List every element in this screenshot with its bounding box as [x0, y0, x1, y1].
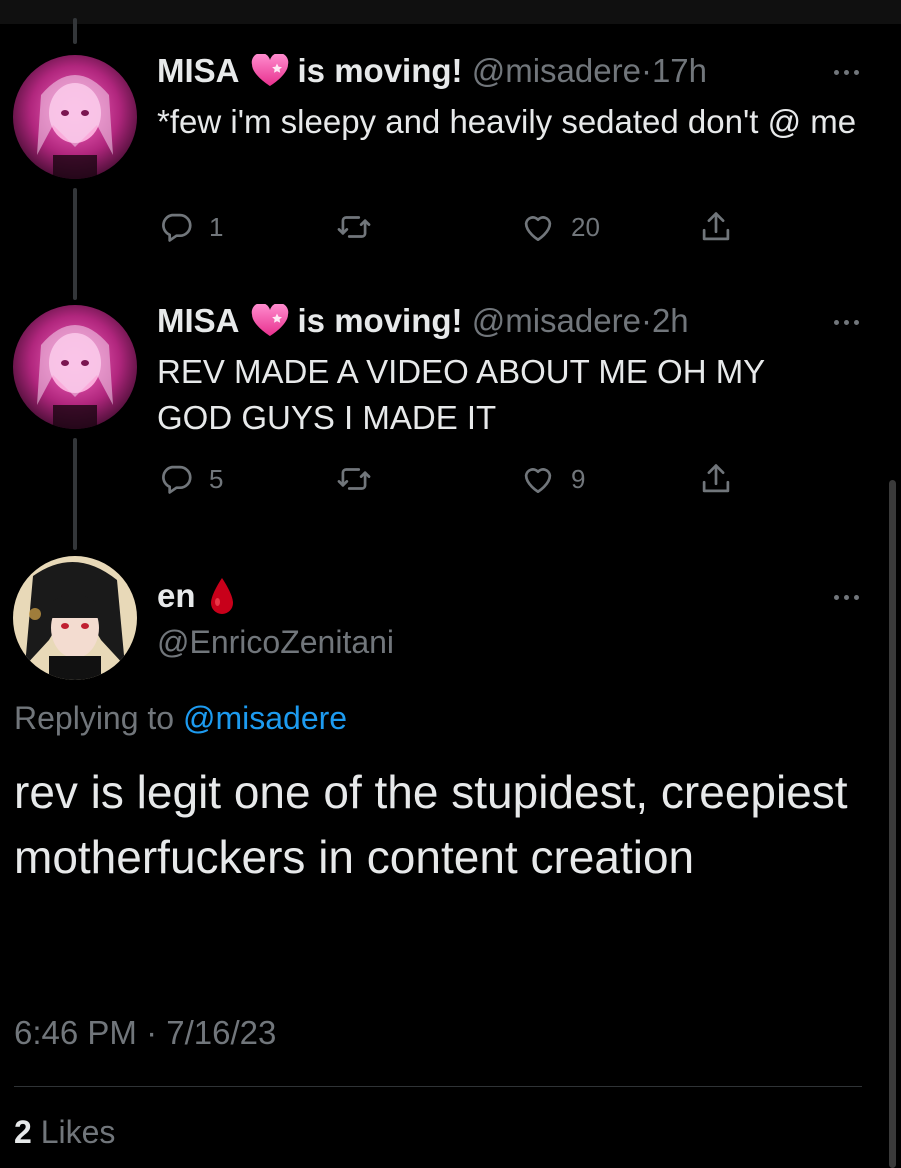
avatar[interactable] — [13, 305, 137, 429]
tweet-text: *few i'm sleepy and heavily sedated don'… — [157, 103, 857, 140]
name-suffix[interactable]: is moving! — [298, 302, 463, 339]
pink-heart-emoji-icon — [250, 54, 290, 88]
thread-line — [73, 18, 77, 44]
display-name[interactable]: MISA — [157, 302, 240, 339]
separator: · — [640, 302, 652, 339]
like-button[interactable]: 9 — [519, 460, 585, 498]
tweet-time[interactable]: 2h — [652, 302, 689, 339]
tweet-timestamp[interactable]: 6:46 PM · 7/16/23 — [14, 1014, 276, 1052]
handle[interactable]: @misadere — [472, 302, 641, 339]
reply-count: 1 — [209, 211, 224, 242]
comment-icon — [157, 460, 195, 498]
more-dots-icon[interactable] — [834, 320, 859, 325]
thread-line — [73, 438, 77, 550]
heart-icon — [519, 208, 557, 246]
avatar[interactable] — [13, 556, 137, 680]
share-button[interactable] — [697, 208, 735, 246]
scrollbar[interactable] — [889, 480, 896, 1168]
retweet-button[interactable] — [335, 460, 387, 498]
share-icon — [697, 460, 735, 498]
reply-button[interactable]: 1 — [157, 208, 223, 246]
more-dots-icon[interactable] — [834, 595, 859, 600]
like-count: 9 — [571, 463, 586, 494]
replying-prefix: Replying to — [14, 700, 175, 736]
display-name[interactable]: en — [157, 576, 196, 616]
tweet-actions: 5 9 — [157, 460, 757, 504]
avatar[interactable] — [13, 55, 137, 179]
likes-count: 2 — [14, 1114, 32, 1150]
separator: · — [640, 52, 652, 89]
replying-handle-link[interactable]: @misadere — [183, 700, 347, 736]
like-count: 20 — [571, 211, 600, 242]
like-button[interactable]: 20 — [519, 208, 600, 246]
handle[interactable]: @EnricoZenitani — [157, 624, 394, 661]
retweet-icon — [335, 208, 373, 246]
reply-text: rev is legit one of the stupidest, creep… — [14, 766, 848, 883]
comment-icon — [157, 208, 195, 246]
pink-heart-emoji-icon — [250, 304, 290, 338]
top-strip — [0, 0, 901, 24]
reply-count: 5 — [209, 463, 224, 494]
tweet-text: REV MADE A VIDEO ABOUT ME OH MY GOD GUYS… — [157, 353, 765, 436]
reply-button[interactable]: 5 — [157, 460, 223, 498]
name-suffix[interactable]: is moving! — [298, 52, 463, 89]
divider — [14, 1086, 862, 1087]
tweet-actions: 1 20 — [157, 208, 757, 252]
handle[interactable]: @misadere — [472, 52, 641, 89]
heart-icon — [519, 460, 557, 498]
more-dots-icon[interactable] — [834, 70, 859, 75]
retweet-button[interactable] — [335, 208, 387, 246]
share-button[interactable] — [697, 460, 735, 498]
replying-to: Replying to @misadere — [14, 700, 347, 737]
retweet-icon — [335, 460, 373, 498]
likes-label: Likes — [40, 1114, 116, 1150]
tweet-time[interactable]: 17h — [652, 52, 707, 89]
likes-summary[interactable]: 2 Likes — [14, 1114, 115, 1151]
tweet-header: MISA is moving! @misadere·2h — [157, 302, 689, 340]
blood-drop-emoji-icon — [208, 576, 236, 616]
share-icon — [697, 208, 735, 246]
reply-header: en — [157, 576, 236, 616]
display-name[interactable]: MISA — [157, 52, 240, 89]
tweet-header: MISA is moving! @misadere·17h — [157, 52, 707, 90]
thread-line — [73, 188, 77, 300]
